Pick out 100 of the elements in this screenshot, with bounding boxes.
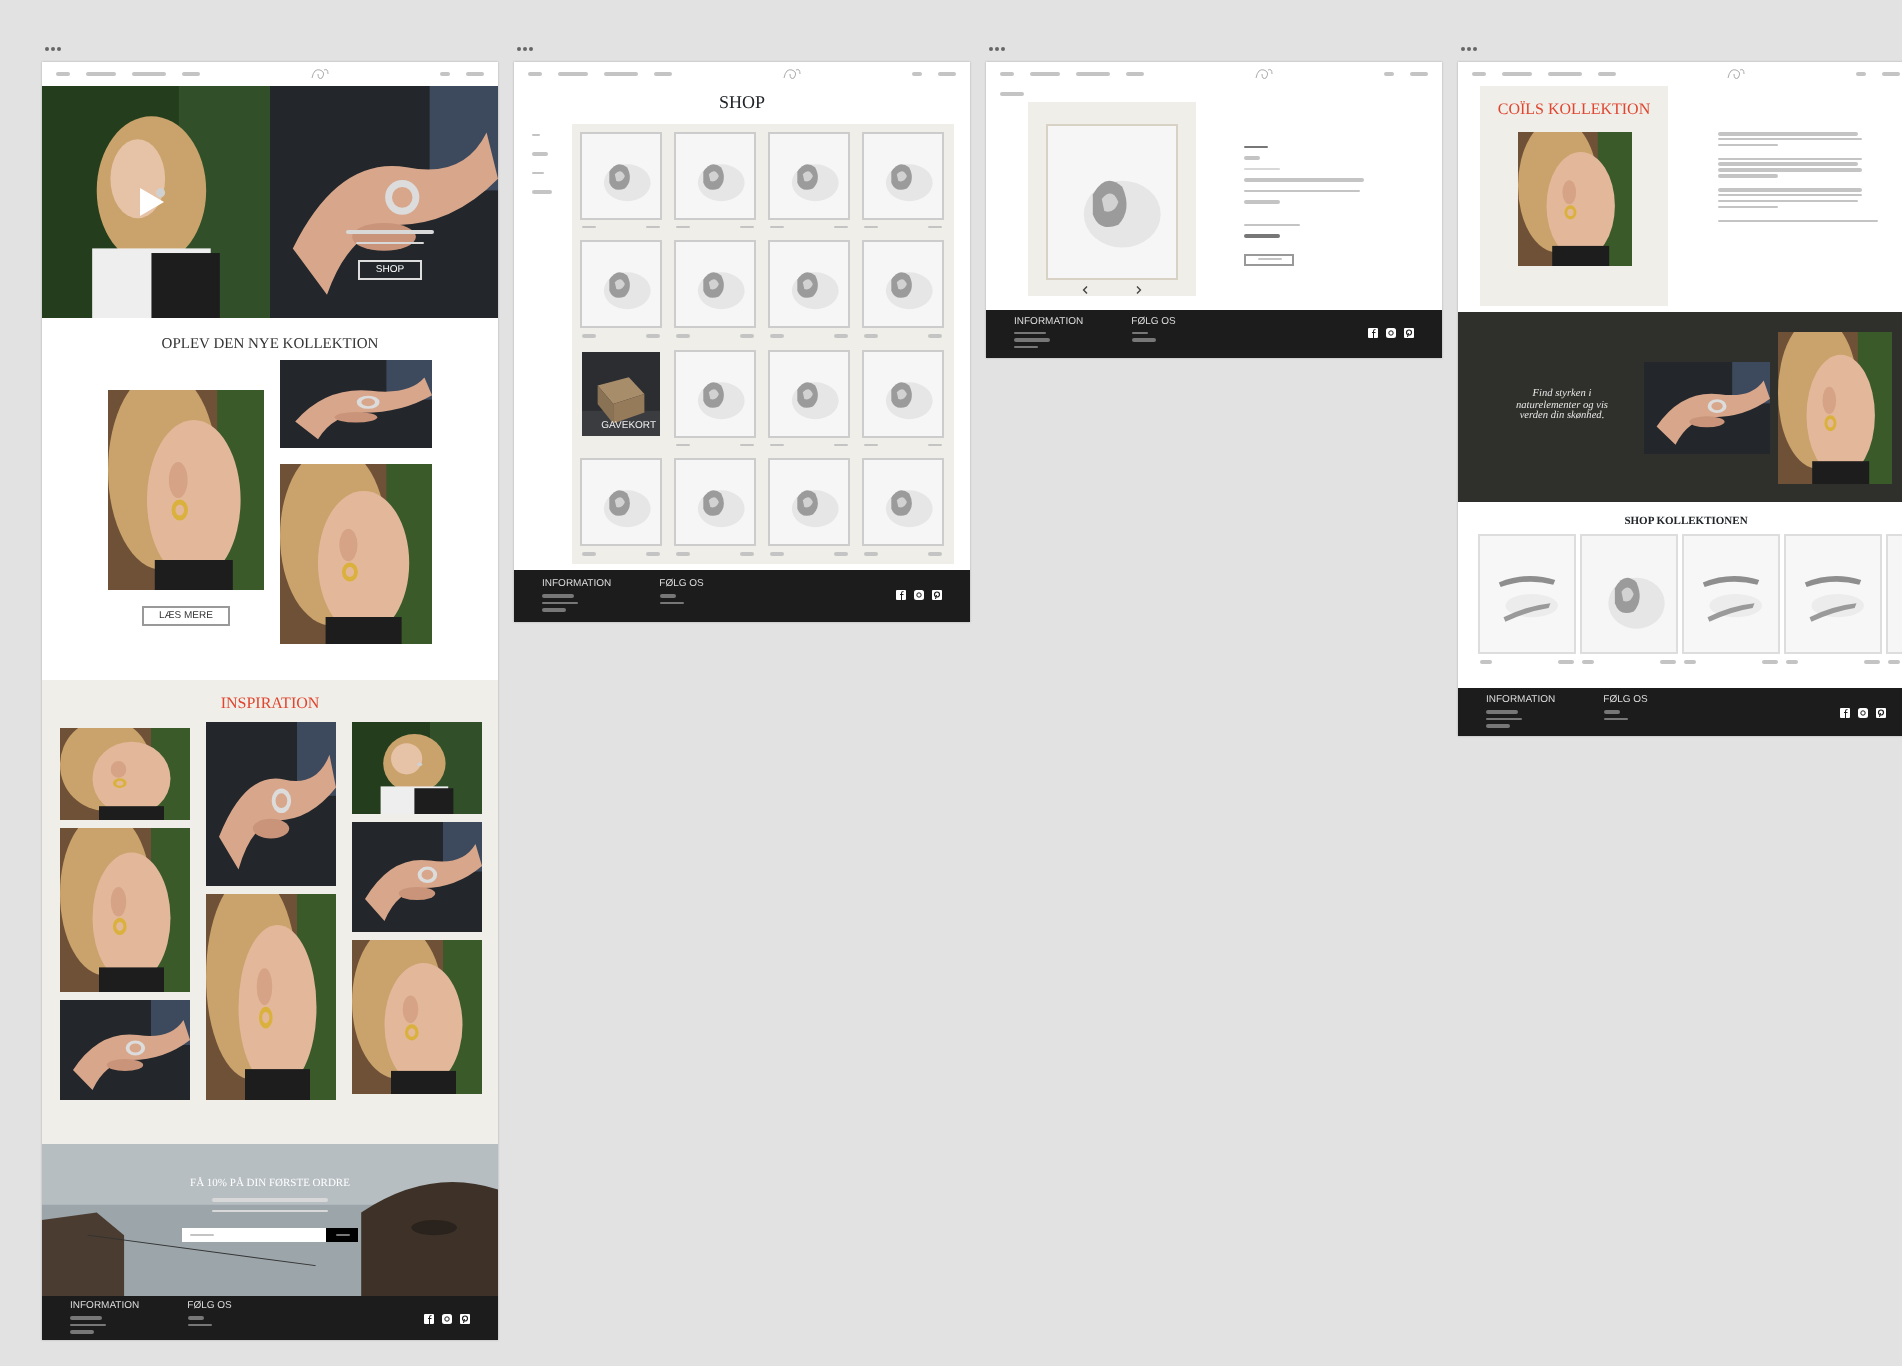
social-icon[interactable]	[1876, 707, 1886, 717]
text-line	[86, 72, 116, 76]
text-line	[1603, 710, 1620, 714]
text-line	[1131, 338, 1156, 342]
collection-title: COÏLS KOLLEKTION	[1497, 102, 1651, 120]
text-line	[676, 334, 690, 338]
text-line	[542, 608, 566, 612]
text-line	[1882, 72, 1900, 76]
text-line	[1888, 660, 1900, 664]
text-line	[770, 552, 784, 556]
text-line	[1014, 345, 1038, 349]
text-line	[740, 225, 754, 229]
text-line	[1864, 660, 1880, 664]
text-line	[346, 230, 434, 233]
text-line	[1603, 717, 1628, 721]
more-icon[interactable]	[44, 46, 62, 52]
text-line	[740, 334, 754, 338]
text-line	[1502, 72, 1532, 76]
text-line	[864, 552, 878, 556]
text-line	[834, 225, 848, 229]
text-line	[212, 1198, 328, 1202]
text-line	[542, 601, 578, 605]
text-line	[928, 225, 942, 229]
more-icon[interactable]	[988, 46, 1006, 52]
text-line	[604, 72, 638, 76]
text-line	[1548, 72, 1582, 76]
text-line	[654, 72, 672, 76]
social-icon[interactable]	[424, 1313, 434, 1323]
text-line	[212, 1209, 328, 1213]
chevron-right-icon[interactable]	[1136, 285, 1142, 293]
text-line	[1598, 72, 1616, 76]
text-line	[187, 1323, 212, 1327]
text-line	[770, 334, 784, 338]
email-field[interactable]	[182, 1228, 326, 1243]
text-line	[646, 334, 660, 338]
text-line	[582, 552, 596, 556]
text-line	[582, 334, 596, 338]
social-icon[interactable]	[1858, 707, 1868, 717]
text-line	[1558, 660, 1574, 664]
text-line	[938, 72, 956, 76]
text-line	[1244, 178, 1364, 181]
text-line	[1480, 660, 1492, 664]
text-line	[1582, 660, 1594, 664]
text-line	[532, 133, 540, 137]
text-line	[1410, 72, 1428, 76]
social-icon[interactable]	[1404, 328, 1414, 338]
text-line	[1244, 200, 1280, 203]
social-icon[interactable]	[914, 590, 924, 601]
text-line	[912, 72, 922, 76]
text-line	[1856, 72, 1866, 76]
text-line	[1486, 724, 1510, 728]
text-line	[1014, 331, 1046, 335]
social-icon[interactable]	[1368, 328, 1378, 338]
social-icon[interactable]	[896, 590, 906, 601]
text-line	[335, 1233, 349, 1237]
text-line	[532, 152, 548, 156]
text-line	[770, 443, 784, 447]
add-to-cart-button[interactable]	[1244, 253, 1294, 265]
more-icon[interactable]	[1460, 46, 1478, 52]
text-line	[928, 552, 942, 556]
social-icon[interactable]	[1840, 707, 1850, 717]
text-line	[1257, 257, 1281, 261]
social-icon[interactable]	[460, 1313, 470, 1323]
text-line	[56, 72, 70, 76]
text-line	[740, 443, 754, 447]
text-line	[70, 1316, 102, 1320]
text-line	[1486, 710, 1518, 714]
social-icon[interactable]	[932, 590, 942, 601]
text-line	[646, 225, 660, 229]
text-line	[864, 443, 878, 447]
text-line	[659, 601, 684, 605]
page-title: SHOP	[716, 94, 767, 114]
more-icon[interactable]	[516, 46, 534, 52]
text-line	[834, 334, 848, 338]
text-line	[1472, 72, 1486, 76]
text-line	[466, 72, 484, 76]
text-line	[1244, 223, 1300, 226]
text-line	[646, 552, 660, 556]
chevron-left-icon[interactable]	[1082, 285, 1088, 293]
text-line	[1762, 660, 1778, 664]
text-line	[676, 552, 690, 556]
text-line	[1384, 72, 1394, 76]
social-icon[interactable]	[442, 1313, 452, 1323]
text-line	[582, 225, 596, 229]
text-line	[1131, 331, 1148, 335]
text-line	[187, 1316, 204, 1320]
text-line	[1786, 660, 1798, 664]
text-line	[1684, 660, 1696, 664]
submit-button[interactable]	[326, 1228, 358, 1243]
text-line	[532, 190, 552, 194]
text-line	[1244, 234, 1280, 237]
text-line	[864, 334, 878, 338]
text-line	[528, 72, 542, 76]
text-line	[190, 1233, 214, 1237]
text-line	[659, 594, 676, 598]
text-line	[834, 552, 848, 556]
text-line	[1244, 167, 1280, 170]
social-icon[interactable]	[1386, 328, 1396, 338]
text-line	[928, 443, 942, 447]
section-title: INSPIRATION	[220, 696, 320, 714]
